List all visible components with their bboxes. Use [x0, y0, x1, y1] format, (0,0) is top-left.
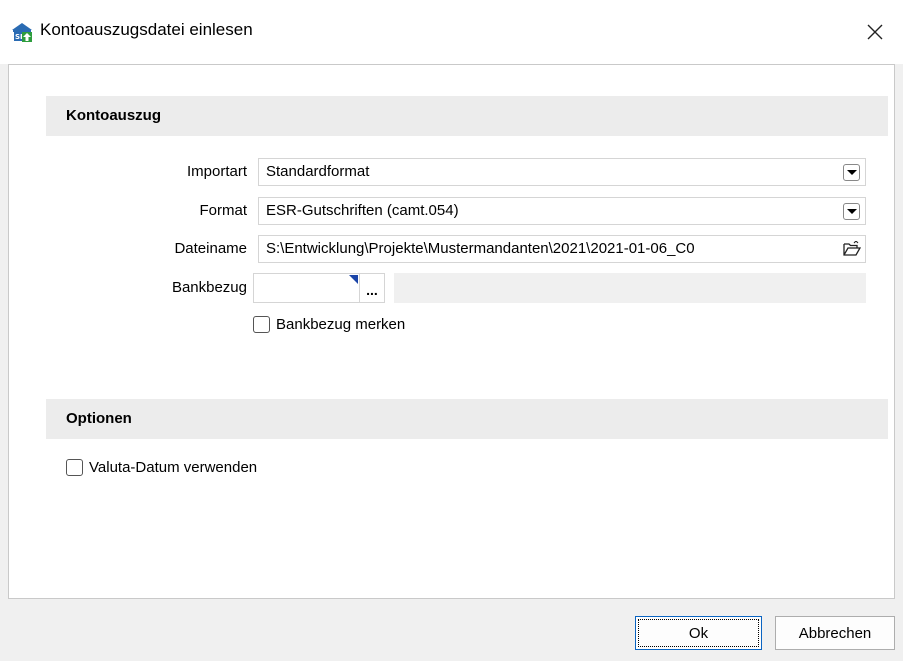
dateiname-label: Dateiname [174, 240, 247, 257]
format-value: ESR-Gutschriften (camt.054) [266, 202, 459, 219]
format-label: Format [199, 202, 247, 219]
bankbezug-merken-checkbox[interactable] [253, 316, 270, 333]
bank-import-icon: SR [12, 23, 32, 42]
open-file-button[interactable] [839, 236, 865, 262]
search-help-marker-icon [349, 275, 358, 284]
folder-open-icon [843, 241, 861, 256]
bankbezug-input[interactable]: ... [253, 273, 385, 303]
bankbezug-label: Bankbezug [171, 279, 247, 296]
bankbezug-browse-button[interactable]: ... [359, 274, 384, 302]
dateiname-value: S:\Entwicklung\Projekte\Mustermandanten\… [266, 240, 695, 257]
dialog-content: Kontoauszug Importart Standardformat For… [8, 64, 895, 599]
importart-value: Standardformat [266, 163, 370, 180]
close-icon [867, 24, 883, 40]
bankbezug-readonly-area [394, 273, 866, 303]
valuta-label: Valuta-Datum verwenden [89, 459, 258, 476]
bankbezug-merken-label: Bankbezug merken [276, 316, 406, 333]
cancel-button[interactable]: Abbrechen [775, 616, 895, 650]
bankbezug-merken-checkbox-row[interactable]: Bankbezug merken [253, 316, 405, 333]
close-button[interactable] [847, 0, 903, 64]
title-bar: SR Kontoauszugsdatei einlesen [0, 0, 903, 64]
valuta-checkbox-row[interactable]: Valuta-Datum verwenden [66, 459, 257, 476]
ok-button[interactable]: Ok [635, 616, 762, 650]
format-select[interactable]: ESR-Gutschriften (camt.054) [258, 197, 866, 225]
importart-label: Importart [186, 163, 247, 180]
format-dropdown-button[interactable] [843, 203, 860, 220]
valuta-checkbox[interactable] [66, 459, 83, 476]
section-header-optionen: Optionen [46, 399, 888, 439]
dateiname-input[interactable]: S:\Entwicklung\Projekte\Mustermandanten\… [258, 235, 866, 263]
importart-dropdown-button[interactable] [843, 164, 860, 181]
importart-select[interactable]: Standardformat [258, 158, 866, 186]
section-header-kontoauszug: Kontoauszug [46, 96, 888, 136]
window-title: Kontoauszugsdatei einlesen [40, 20, 253, 39]
